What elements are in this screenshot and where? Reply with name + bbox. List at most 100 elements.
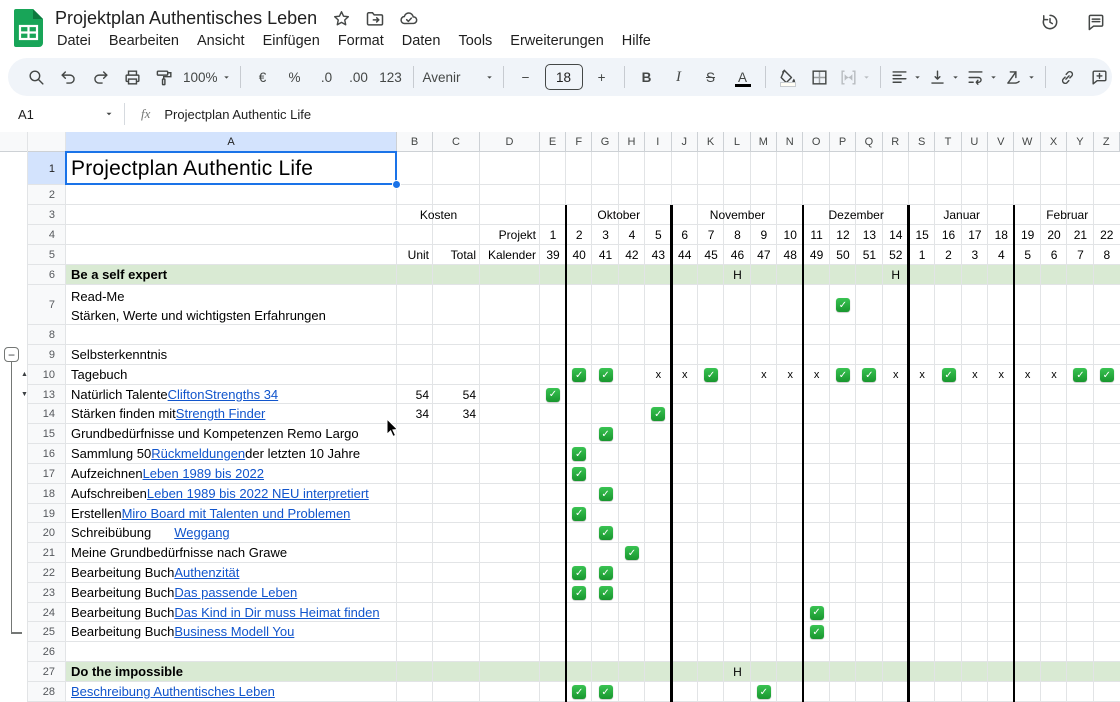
- week-number-cell[interactable]: 18: [988, 225, 1014, 245]
- text-rotate-button[interactable]: [1004, 64, 1036, 90]
- cell-link[interactable]: Beschreibung Authentisches Leben: [71, 682, 275, 702]
- cell-Z10[interactable]: ✓: [1094, 365, 1120, 385]
- paint-format-button[interactable]: [151, 64, 177, 90]
- task-cell-A13[interactable]: Natürlich Talente CliftonStrengths 34: [66, 385, 397, 404]
- format-percent-button[interactable]: %: [282, 64, 308, 90]
- insert-link-button[interactable]: [1055, 64, 1081, 90]
- cell-link[interactable]: Leben 1989 bis 2022 NEU interpretiert: [147, 484, 369, 504]
- text-color-button[interactable]: A: [730, 64, 756, 90]
- value-cell-C13[interactable]: 54: [433, 385, 480, 404]
- column-header-N[interactable]: N: [777, 132, 803, 152]
- cell-L6[interactable]: H: [724, 265, 750, 285]
- column-header-A[interactable]: A: [66, 132, 397, 152]
- column-header-V[interactable]: V: [988, 132, 1014, 152]
- strikethrough-button[interactable]: S: [698, 64, 724, 90]
- week-number-cell[interactable]: 47: [751, 245, 777, 265]
- week-number-cell[interactable]: 5: [1014, 245, 1040, 265]
- row-header-23[interactable]: 23: [28, 583, 66, 603]
- week-number-cell[interactable]: 46: [724, 245, 750, 265]
- cell-G28[interactable]: ✓: [592, 682, 618, 702]
- week-number-cell[interactable]: 45: [698, 245, 724, 265]
- menu-bearbeiten[interactable]: Bearbeiten: [100, 30, 188, 52]
- font-size-decrease-button[interactable]: −: [513, 64, 539, 90]
- row-header-19[interactable]: 19: [28, 504, 66, 523]
- row-header-20[interactable]: 20: [28, 523, 66, 543]
- cloud-status-icon[interactable]: [399, 9, 419, 29]
- cell-K10[interactable]: ✓: [698, 365, 724, 385]
- merged-label-februar[interactable]: Februar: [1014, 205, 1120, 225]
- cell-R6[interactable]: H: [883, 265, 909, 285]
- merged-label-november[interactable]: November: [672, 205, 804, 225]
- week-number-cell[interactable]: 22: [1094, 225, 1120, 245]
- font-size-button[interactable]: 18: [545, 64, 583, 90]
- task-cell-A24[interactable]: Bearbeitung Buch Das Kind in Dir muss He…: [66, 603, 397, 622]
- column-header-P[interactable]: P: [830, 132, 856, 152]
- increase-decimals-button[interactable]: .00: [346, 64, 372, 90]
- week-number-cell[interactable]: 13: [856, 225, 882, 245]
- horizontal-align-button[interactable]: [890, 64, 922, 90]
- menu-format[interactable]: Format: [329, 30, 393, 52]
- week-number-cell[interactable]: 7: [698, 225, 724, 245]
- column-header-B[interactable]: B: [397, 132, 433, 152]
- search-button[interactable]: [23, 64, 49, 90]
- cell-F16[interactable]: ✓: [566, 444, 592, 464]
- column-header-F[interactable]: F: [566, 132, 592, 152]
- row-header-5[interactable]: 5: [28, 245, 66, 265]
- decrease-decimals-button[interactable]: .0: [314, 64, 340, 90]
- column-header-D[interactable]: D: [480, 132, 540, 152]
- cell-link[interactable]: Authenzität: [174, 563, 239, 583]
- row-header-17[interactable]: 17: [28, 464, 66, 484]
- week-number-cell[interactable]: 3: [592, 225, 618, 245]
- column-header-G[interactable]: G: [592, 132, 618, 152]
- menu-einfügen[interactable]: Einfügen: [254, 30, 329, 52]
- value-cell-B13[interactable]: 54: [397, 385, 433, 404]
- task-cell-A22[interactable]: Bearbeitung Buch Authenzität: [66, 563, 397, 583]
- cell-F28[interactable]: ✓: [566, 682, 592, 702]
- column-header-S[interactable]: S: [909, 132, 935, 152]
- week-number-cell[interactable]: 52: [883, 245, 909, 265]
- comments-icon[interactable]: [1086, 12, 1106, 32]
- cell-S10[interactable]: x: [909, 365, 935, 385]
- week-number-cell[interactable]: 50: [830, 245, 856, 265]
- cell-Q10[interactable]: ✓: [856, 365, 882, 385]
- cell-O25[interactable]: ✓: [803, 622, 829, 642]
- cell-link[interactable]: Rückmeldungen: [151, 444, 245, 464]
- task-cell-A9[interactable]: Selbsterkenntnis: [66, 345, 397, 365]
- value-cell-D5[interactable]: Kalender: [480, 245, 540, 265]
- column-header-R[interactable]: R: [883, 132, 909, 152]
- row-header-26[interactable]: 26: [28, 642, 66, 662]
- column-header-X[interactable]: X: [1041, 132, 1067, 152]
- week-number-cell[interactable]: 21: [1067, 225, 1093, 245]
- text-wrap-button[interactable]: [966, 64, 998, 90]
- column-header-T[interactable]: T: [935, 132, 961, 152]
- cell-O24[interactable]: ✓: [803, 603, 829, 622]
- cell-I10[interactable]: x: [645, 365, 671, 385]
- cell-F22[interactable]: ✓: [566, 563, 592, 583]
- task-cell-A10[interactable]: Tagebuch: [66, 365, 397, 385]
- cell-link[interactable]: Business Modell You: [174, 622, 294, 642]
- expand-hidden-rows-down-icon[interactable]: ▼: [21, 391, 28, 398]
- merge-cells-button[interactable]: [839, 64, 871, 90]
- column-header-E[interactable]: E: [540, 132, 566, 152]
- cell-link[interactable]: Weggang: [174, 523, 229, 543]
- column-header-W[interactable]: W: [1014, 132, 1040, 152]
- cell-G22[interactable]: ✓: [592, 563, 618, 583]
- version-history-icon[interactable]: [1040, 12, 1060, 32]
- row-header-25[interactable]: 25: [28, 622, 66, 642]
- bold-button[interactable]: B: [634, 64, 660, 90]
- row-header-16[interactable]: 16: [28, 444, 66, 464]
- merged-label-oktober[interactable]: Oktober: [566, 205, 672, 225]
- value-cell-C14[interactable]: 34: [433, 404, 480, 424]
- row-header-18[interactable]: 18: [28, 484, 66, 504]
- cell-G20[interactable]: ✓: [592, 523, 618, 543]
- week-number-cell[interactable]: 8: [1094, 245, 1120, 265]
- cell-G10[interactable]: ✓: [592, 365, 618, 385]
- merged-label-januar[interactable]: Januar: [909, 205, 1015, 225]
- cell-O10[interactable]: x: [803, 365, 829, 385]
- cell-T10[interactable]: ✓: [935, 365, 961, 385]
- italic-button[interactable]: I: [666, 64, 692, 90]
- cell-Y10[interactable]: ✓: [1067, 365, 1093, 385]
- week-number-cell[interactable]: 5: [645, 225, 671, 245]
- week-number-cell[interactable]: 6: [1041, 245, 1067, 265]
- week-number-cell[interactable]: 39: [540, 245, 566, 265]
